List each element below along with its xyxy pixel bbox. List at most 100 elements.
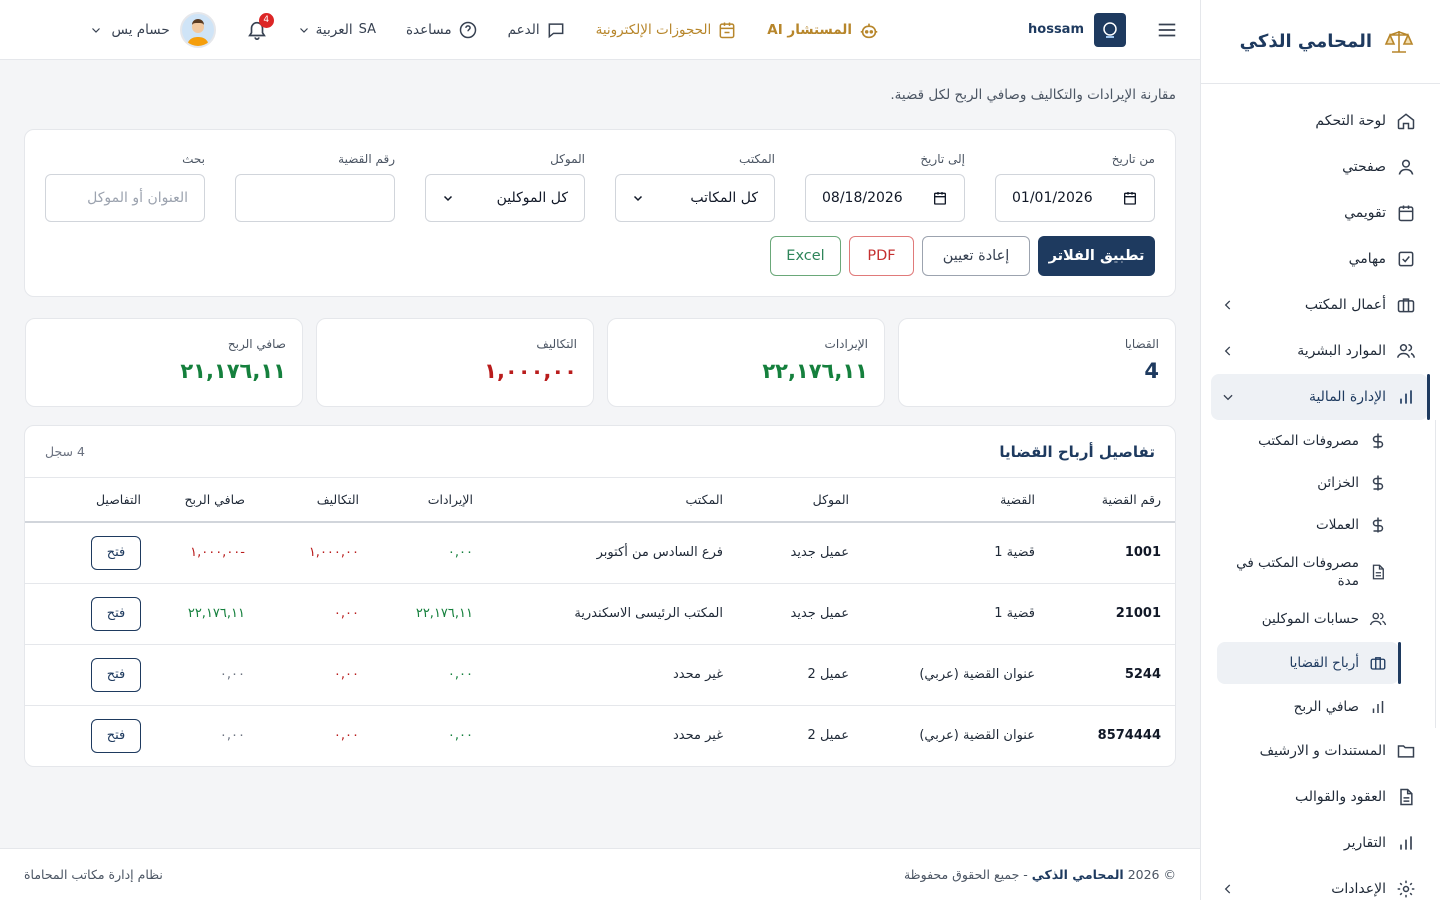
sidebar-sub-client-accounts[interactable]: حسابات الموكلين: [1201, 598, 1435, 640]
sidebar-item-documents[interactable]: المستندات و الارشيف: [1201, 728, 1440, 774]
to-date-input[interactable]: 08/18/2026: [805, 174, 965, 222]
cell-case: عنوان القضية (عربي): [919, 728, 1035, 744]
finance-submenu: مصروفات المكتب الخزائن العملات مصروفات ا…: [1201, 420, 1436, 728]
calendar-icon: [1396, 203, 1416, 223]
reset-button[interactable]: إعادة تعيين: [922, 236, 1030, 276]
to-date-value: 08/18/2026: [822, 190, 903, 206]
cell-revenue: ٠,٠٠: [373, 644, 487, 706]
bookings-link[interactable]: الحجوزات الإلكترونية: [596, 20, 738, 40]
language-switch[interactable]: SA العربية: [298, 22, 376, 38]
export-excel-button[interactable]: Excel: [770, 236, 841, 276]
stat-costs-value: ١,٠٠٠,٠٠: [484, 359, 577, 383]
user-menu[interactable]: حسام يس: [90, 11, 216, 48]
sidebar-item-tasks[interactable]: مهامي: [1201, 236, 1440, 282]
col-revenue: الإيرادات: [373, 478, 487, 523]
dollar-icon: [1369, 515, 1387, 535]
table-title: تفاصيل أرباح القضايا: [999, 442, 1155, 461]
stat-revenue-label: الإيرادات: [824, 337, 868, 351]
chevron-left-icon: [1221, 882, 1235, 896]
case-profits-table: رقم القضية القضية الموكل المكتب الإيرادا…: [25, 478, 1175, 766]
ai-advisor-link[interactable]: المستشار AI: [767, 19, 880, 41]
brand[interactable]: المحامي الذكي: [1201, 0, 1440, 84]
sidebar-item-finance[interactable]: الإدارة المالية: [1211, 374, 1430, 420]
col-case: القضية: [863, 478, 1049, 523]
chevron-down-icon: [298, 24, 310, 36]
sidebar-sub-treasuries[interactable]: الخزائن: [1201, 462, 1435, 504]
cell-case: عنوان القضية (عربي): [863, 644, 1049, 706]
table-row: 21001 قضية 1 عميل جديد المكتب الرئيسى الاسك…: [25, 583, 1175, 645]
from-date-label: من تاريخ: [1111, 152, 1155, 166]
office-select[interactable]: كل المكاتب: [615, 174, 775, 222]
sidebar-sub-office-expenses[interactable]: مصروفات المكتب: [1201, 420, 1435, 462]
sidebar-item-label: مهامي: [1348, 251, 1386, 267]
calendar-icon: [932, 190, 948, 206]
office-label: المكتب: [739, 152, 775, 166]
sidebar-sub-period-expenses[interactable]: مصروفات المكتب في مدة: [1201, 546, 1435, 598]
client-label: الموكل: [550, 152, 585, 166]
chevron-left-icon: [1221, 298, 1235, 312]
org-logo: [1094, 12, 1126, 47]
user-icon: [1396, 157, 1416, 177]
help-icon: [458, 20, 478, 40]
cell-case-number: 5244: [1049, 644, 1175, 706]
table-row: 8574444 عنوان القضية (عربي) عميل 2 غير محدد…: [25, 705, 1175, 766]
org-switch[interactable]: hossam: [1028, 12, 1126, 47]
menu-icon[interactable]: [1156, 19, 1178, 41]
sidebar-item-dashboard[interactable]: لوحة التحكم: [1201, 98, 1440, 144]
stat-revenue: الإيرادات ٢٢,١٧٦,١١: [607, 318, 885, 407]
col-details: التفاصيل: [25, 478, 155, 523]
cell-net: ٢٢,١٧٦,١١: [155, 583, 259, 645]
client-field: الموكل كل الموكلين: [425, 152, 585, 222]
sidebar-sub-net-profit[interactable]: صافي الربح: [1201, 686, 1435, 728]
table-head-row: رقم القضية القضية الموكل المكتب الإيرادا…: [25, 478, 1175, 523]
export-pdf-button[interactable]: PDF: [849, 236, 914, 276]
checkbox-icon: [1396, 249, 1416, 269]
search-input[interactable]: العنوان أو الموكل: [45, 174, 205, 222]
from-date-input[interactable]: 01/01/2026: [995, 174, 1155, 222]
apply-filters-button[interactable]: تطبيق الفلاتر: [1038, 236, 1155, 276]
stat-net-profit: صافي الربح ٢١,١٧٦,١١: [25, 318, 303, 407]
cell-case: قضية 1: [863, 522, 1049, 584]
help-link[interactable]: مساعدة: [406, 20, 478, 40]
chevron-down-icon: [1221, 390, 1235, 404]
sidebar-item-contracts[interactable]: العقود والقوالب: [1201, 774, 1440, 820]
main-content: مقارنة الإيرادات والتكاليف وصافي الربح ل…: [0, 60, 1200, 900]
sidebar-item-label: الإعدادات: [1331, 881, 1386, 897]
sidebar-sub-case-profits[interactable]: أرباح القضايا: [1217, 642, 1401, 684]
cell-client: عميل 2: [737, 644, 863, 706]
cell-revenue: ٢٢,١٧٦,١١: [373, 583, 487, 645]
support-link[interactable]: الدعم: [508, 20, 566, 40]
sidebar-item-hr[interactable]: الموارد البشرية: [1201, 328, 1440, 374]
sidebar-item-reports[interactable]: التقارير: [1201, 820, 1440, 866]
cell-net: -١,٠٠٠,٠٠: [155, 522, 259, 584]
cell-office: غير محدد: [487, 644, 737, 706]
col-net: صافي الربح: [155, 478, 259, 523]
open-case-button[interactable]: فتح: [91, 596, 141, 631]
sidebar-item-profile[interactable]: صفحتي: [1201, 144, 1440, 190]
notifications-button[interactable]: 4: [246, 12, 274, 41]
user-name: حسام يس: [111, 21, 170, 38]
cell-costs: ١,٠٠٠,٠٠: [259, 522, 373, 584]
open-case-button[interactable]: فتح: [91, 535, 141, 570]
bar-chart-icon: [1396, 387, 1416, 407]
client-select[interactable]: كل الموكلين: [425, 174, 585, 222]
sidebar-item-calendar[interactable]: تقويمي: [1201, 190, 1440, 236]
chevron-down-icon: [90, 24, 102, 36]
sidebar-item-label: المستندات و الارشيف: [1259, 743, 1386, 759]
sidebar-sub-currencies[interactable]: العملات: [1201, 504, 1435, 546]
case-profits-table-card: تفاصيل أرباح القضايا 4 سجل رقم القضية ال…: [24, 425, 1176, 767]
chevron-down-icon: [442, 192, 454, 204]
case-number-input[interactable]: [235, 174, 395, 222]
table-row: 1001 قضية 1 عميل جديد فرع السادس من أكتوبر ٠…: [25, 522, 1175, 584]
page-subtitle: مقارنة الإيرادات والتكاليف وصافي الربح ل…: [890, 87, 1176, 103]
sidebar-item-office-work[interactable]: أعمال المكتب: [1201, 282, 1440, 328]
robot-icon: [858, 19, 880, 41]
sidebar-item-settings[interactable]: الإعدادات: [1201, 866, 1440, 900]
users-icon: [1369, 609, 1387, 629]
open-case-button[interactable]: فتح: [91, 657, 141, 692]
search-placeholder: العنوان أو الموكل: [87, 190, 188, 206]
open-case-button[interactable]: فتح: [91, 718, 141, 753]
client-select-value: كل الموكلين: [496, 190, 568, 206]
stat-cases-label: القضايا: [1124, 337, 1159, 351]
lang-label: العربية: [315, 21, 353, 38]
